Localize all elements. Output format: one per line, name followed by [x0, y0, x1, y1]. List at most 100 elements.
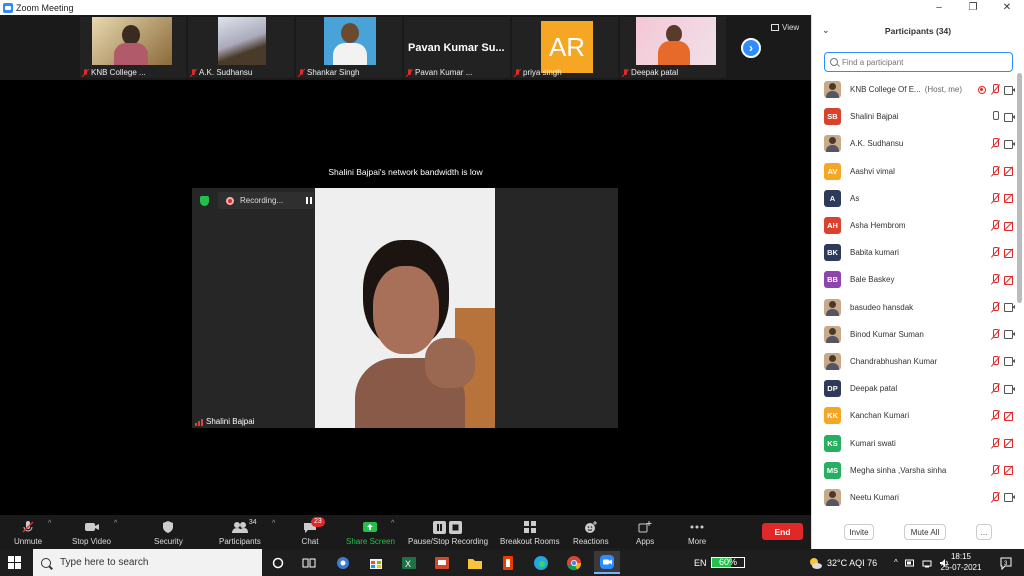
video-off-icon[interactable] — [1004, 466, 1015, 476]
mic-muted-icon[interactable] — [990, 301, 1000, 313]
video-off-icon[interactable] — [1004, 248, 1015, 258]
main-video[interactable]: Recording... Shalini Bajpai — [192, 188, 618, 428]
video-off-icon[interactable] — [1004, 167, 1015, 177]
notifications-icon[interactable]: 3 — [996, 553, 1016, 573]
file-explorer-icon[interactable] — [465, 553, 485, 573]
edge-browser-icon[interactable] — [531, 553, 551, 573]
weather-widget[interactable]: 32°C AQI 76 — [808, 549, 877, 576]
share-screen-button[interactable]: Share Screen — [346, 515, 395, 549]
end-meeting-button[interactable]: End — [762, 523, 803, 540]
share-options-chevron[interactable]: ^ — [391, 520, 394, 527]
video-camera-icon[interactable] — [1004, 357, 1015, 367]
chrome-icon[interactable] — [564, 553, 584, 573]
reactions-button[interactable]: Reactions — [573, 515, 609, 549]
system-clock[interactable]: 18:15 25-07-2021 — [938, 551, 984, 573]
mic-muted-icon[interactable] — [990, 328, 1000, 340]
participant-row[interactable]: DP Deepak patal — [812, 375, 1017, 402]
video-camera-icon[interactable] — [1004, 330, 1015, 340]
thumbnail-deepak-patal[interactable]: Deepak patal — [620, 17, 726, 78]
app-generic-icon[interactable] — [333, 553, 353, 573]
security-button[interactable]: Security — [154, 515, 183, 549]
input-language[interactable]: EN — [694, 549, 707, 576]
participant-row[interactable]: A As — [812, 185, 1017, 212]
participants-options-chevron[interactable]: ^ — [272, 520, 275, 527]
mic-muted-icon[interactable] — [990, 355, 1000, 367]
chat-button[interactable]: 23 Chat — [301, 515, 325, 549]
office-icon[interactable] — [498, 553, 518, 573]
battery-small-icon[interactable] — [904, 559, 915, 567]
participant-row[interactable]: A.K. Sudhansu — [812, 130, 1017, 157]
video-camera-icon[interactable] — [1004, 139, 1015, 149]
video-off-icon[interactable] — [1004, 439, 1015, 449]
thumbnail-pavan-kumar[interactable]: Pavan Kumar Su... Pavan Kumar ... — [404, 17, 510, 78]
mic-muted-icon[interactable] — [990, 165, 1000, 177]
mute-all-button[interactable]: Mute All — [904, 524, 946, 540]
network-icon[interactable] — [922, 558, 932, 568]
cortana-icon[interactable] — [268, 553, 288, 573]
stop-video-button[interactable]: Stop Video — [72, 515, 111, 549]
participant-row[interactable]: AV Aashvi vimal — [812, 158, 1017, 185]
mic-muted-icon[interactable] — [990, 192, 1000, 204]
taskbar-search[interactable]: Type here to search — [33, 549, 262, 576]
next-page-button[interactable]: › — [741, 38, 761, 58]
close-button[interactable]: ✕ — [990, 0, 1024, 15]
participant-row[interactable]: KK Kanchan Kumari — [812, 402, 1017, 429]
mic-muted-icon[interactable] — [990, 138, 1000, 149]
mic-icon[interactable] — [990, 111, 1000, 122]
mic-muted-icon[interactable] — [990, 437, 1000, 449]
mic-muted-icon[interactable] — [990, 220, 1000, 231]
video-options-chevron[interactable]: ^ — [114, 520, 117, 527]
thumbnail-shankar-singh[interactable]: Shankar Singh — [296, 17, 402, 78]
pause-recording-button[interactable] — [304, 194, 314, 206]
chevron-up-icon[interactable]: ^ — [894, 558, 898, 567]
pause-stop-recording-button[interactable]: Pause/Stop Recording — [408, 515, 488, 549]
participant-row[interactable]: SB Shalini Bajpai — [812, 103, 1017, 130]
video-camera-icon[interactable] — [1004, 384, 1015, 394]
participant-list-scrollbar[interactable] — [1017, 73, 1022, 303]
panel-more-button[interactable]: ... — [976, 524, 992, 540]
participant-row[interactable]: BB Bale Baskey — [812, 266, 1017, 293]
thumbnail-knb-college[interactable]: KNB College ... — [80, 17, 186, 78]
participant-row[interactable]: Binod Kumar Suman — [812, 321, 1017, 348]
audio-options-chevron[interactable]: ^ — [48, 520, 51, 527]
mic-muted-icon[interactable] — [990, 464, 1000, 476]
video-camera-icon[interactable] — [1004, 112, 1015, 122]
video-camera-icon[interactable] — [1004, 85, 1015, 95]
video-camera-icon[interactable] — [1004, 493, 1015, 503]
unmute-button[interactable]: Unmute — [14, 515, 42, 549]
participant-row[interactable]: basudeo hansdak — [812, 294, 1017, 321]
mic-muted-icon[interactable] — [990, 84, 1000, 95]
participants-button[interactable]: 34 Participants — [219, 515, 261, 549]
participant-search-input[interactable] — [842, 57, 1002, 67]
zoom-taskbar-icon[interactable] — [594, 551, 620, 574]
video-off-icon[interactable] — [1004, 221, 1015, 231]
excel-icon[interactable]: X — [399, 553, 419, 573]
participant-search-box[interactable] — [824, 52, 1013, 72]
participant-row[interactable]: Chandrabhushan Kumar — [812, 348, 1017, 375]
mic-muted-icon[interactable] — [990, 491, 1000, 503]
participant-row[interactable]: Neetu Kumari — [812, 484, 1017, 511]
presentation-app-icon[interactable] — [432, 553, 452, 573]
video-off-icon[interactable] — [1004, 194, 1015, 204]
minimize-button[interactable]: – — [922, 0, 956, 15]
invite-button[interactable]: Invite — [844, 524, 874, 540]
mic-muted-icon[interactable] — [990, 383, 1000, 394]
thumbnail-priya-singh[interactable]: AR priya singh — [512, 17, 618, 78]
video-off-icon[interactable] — [1004, 275, 1015, 285]
mic-muted-icon[interactable] — [990, 247, 1000, 258]
mic-muted-icon[interactable] — [990, 410, 1000, 421]
view-button[interactable]: View — [771, 23, 799, 32]
video-off-icon[interactable] — [1004, 411, 1015, 421]
task-view-icon[interactable] — [299, 553, 319, 573]
thumbnail-ak-sudhansu[interactable]: A.K. Sudhansu — [188, 17, 294, 78]
more-button[interactable]: More — [688, 515, 706, 549]
breakout-rooms-button[interactable]: Breakout Rooms — [500, 515, 560, 549]
participant-row[interactable]: BK Babita kumari — [812, 239, 1017, 266]
video-camera-icon[interactable] — [1004, 303, 1015, 313]
participant-row[interactable]: MS Megha sinha ,Varsha sinha — [812, 457, 1017, 484]
apps-button[interactable]: Apps — [636, 515, 654, 549]
battery-indicator[interactable]: 60% — [711, 557, 745, 568]
maximize-button[interactable]: ❐ — [956, 0, 990, 15]
windows-start-icon[interactable] — [8, 556, 21, 569]
participant-row[interactable]: AH Asha Hembrom — [812, 212, 1017, 239]
